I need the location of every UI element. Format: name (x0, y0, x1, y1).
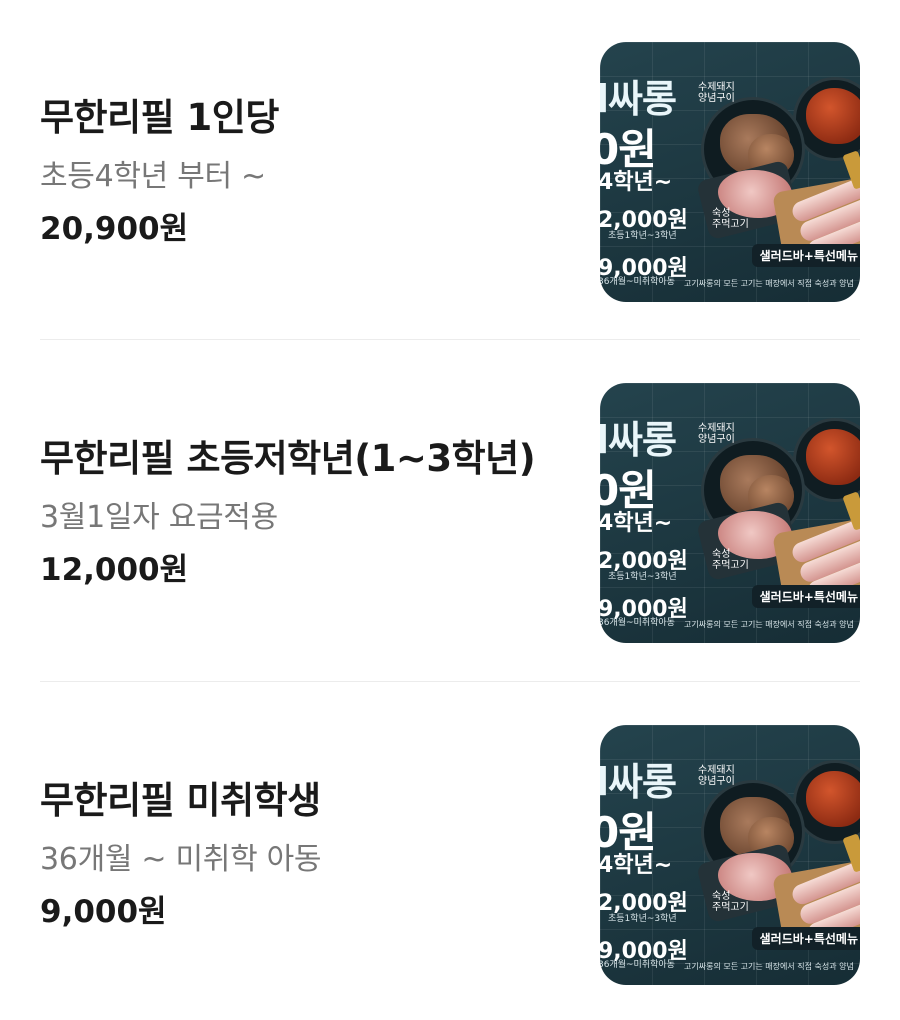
menu-item-thumbnail[interactable]: l싸롱 0원 4학년~ 2,000원 초등1학년~3학년 9,000원 36개월… (600, 42, 860, 302)
menu-item[interactable]: 무한리필 1인당 초등4학년 부터 ~ 20,900원 l싸롱 0원 4학년~ … (40, 0, 860, 340)
thumb-grade: 4학년~ (600, 511, 673, 536)
menu-item-description: 3월1일자 요금적용 (40, 499, 278, 535)
menu-item[interactable]: 무한리필 미취학생 36개월 ~ 미취학 아동 9,000원 l싸롱 0원 4학… (40, 682, 860, 1020)
thumb-footer: 고기싸롱의 모든 고기는 매장에서 직접 숙성과 양념 (684, 962, 854, 971)
chicken-shape (806, 429, 860, 485)
thumb-handwritten-2: 숙성 주먹고기 (712, 208, 749, 230)
menu-item-name: 무한리필 초등저학년(1~3학년) (40, 437, 536, 481)
thumb-price-2-sub: 초등1학년~3학년 (608, 572, 677, 582)
thumb-banner: 샐러드바+특선메뉴 (751, 927, 860, 950)
thumb-price-3-sub: 36개월~미취학아동 (600, 960, 675, 970)
chicken-shape (806, 771, 860, 827)
menu-item-thumbnail[interactable]: l싸롱 0원 4학년~ 2,000원 초등1학년~3학년 9,000원 36개월… (600, 725, 860, 985)
thumb-handwritten-2: 숙성 주먹고기 (712, 549, 749, 571)
thumb-grade: 4학년~ (600, 170, 673, 195)
menu-item-text: 무한리필 초등저학년(1~3학년) 3월1일자 요금적용 12,000원 (40, 433, 600, 589)
thumb-grade: 4학년~ (600, 853, 673, 878)
thumb-price-3-sub: 36개월~미취학아동 (600, 618, 675, 628)
menu-item-price: 12,000원 (40, 551, 189, 588)
thumb-handwritten-1: 수제돼지 양념구이 (698, 423, 735, 445)
thumb-price-3-sub: 36개월~미취학아동 (600, 277, 675, 287)
thumb-handwritten-2: 숙성 주먹고기 (712, 891, 749, 913)
menu-item-description: 36개월 ~ 미취학 아동 (40, 841, 322, 877)
thumb-title: l싸롱 (600, 418, 677, 462)
thumb-handwritten-1: 수제돼지 양념구이 (698, 82, 735, 104)
thumb-title: l싸롱 (600, 77, 677, 121)
thumb-price-2-sub: 초등1학년~3학년 (608, 231, 677, 241)
thumb-footer: 고기싸롱의 모든 고기는 매장에서 직접 숙성과 양념 (684, 620, 854, 629)
menu-item-text: 무한리필 1인당 초등4학년 부터 ~ 20,900원 (40, 92, 600, 248)
menu-item-thumbnail[interactable]: l싸롱 0원 4학년~ 2,000원 초등1학년~3학년 9,000원 36개월… (600, 383, 860, 643)
menu-item[interactable]: 무한리필 초등저학년(1~3학년) 3월1일자 요금적용 12,000원 l싸롱… (40, 340, 860, 682)
thumb-footer: 고기싸롱의 모든 고기는 매장에서 직접 숙성과 양념 (684, 279, 854, 288)
chicken-shape (806, 88, 860, 144)
thumb-handwritten-1: 수제돼지 양념구이 (698, 765, 735, 787)
menu-item-price: 20,900원 (40, 210, 189, 247)
thumb-price-2-sub: 초등1학년~3학년 (608, 914, 677, 924)
menu-item-name: 무한리필 1인당 (40, 96, 279, 140)
menu-item-description: 초등4학년 부터 ~ (40, 158, 266, 194)
menu-item-text: 무한리필 미취학생 36개월 ~ 미취학 아동 9,000원 (40, 775, 600, 931)
menu-item-name: 무한리필 미취학생 (40, 779, 321, 823)
thumb-banner: 샐러드바+특선메뉴 (751, 585, 860, 608)
thumb-title: l싸롱 (600, 760, 677, 804)
menu-list: 무한리필 1인당 초등4학년 부터 ~ 20,900원 l싸롱 0원 4학년~ … (0, 0, 900, 1020)
thumb-banner: 샐러드바+특선메뉴 (751, 244, 860, 267)
menu-item-price: 9,000원 (40, 893, 167, 930)
